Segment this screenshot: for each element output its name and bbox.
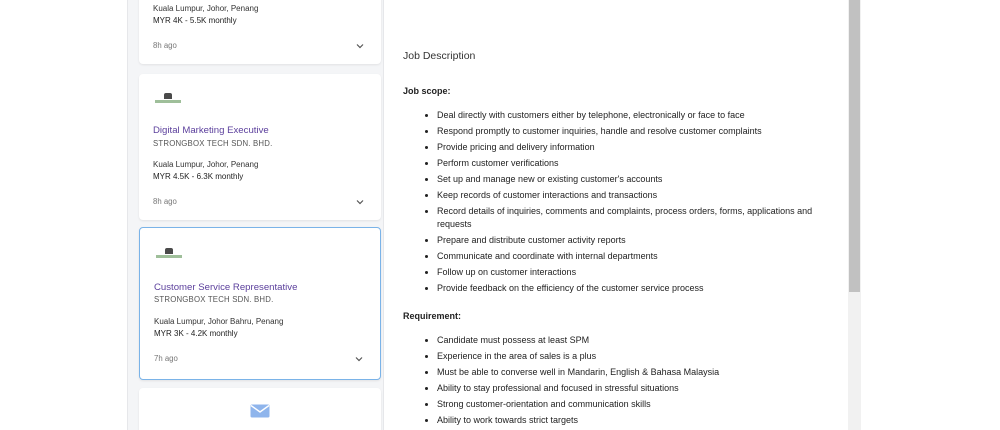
job-detail-panel: Job Description Job scope: Deal directly… [386,0,848,430]
list-item: Ability to work towards strict targets [423,414,823,427]
list-item: Must be able to converse well in Mandari… [423,366,823,379]
job-card-selected[interactable]: Customer Service Representative STRONGBO… [139,227,381,380]
list-item: Communicate and coordinate with internal… [423,250,823,263]
job-card[interactable]: Kuala Lumpur, Johor, Penang MYR 4K - 5.5… [139,0,381,64]
list-item: Record details of inquiries, comments an… [423,205,823,231]
job-description-heading: Job Description [403,50,476,62]
list-item: Perform customer verifications [423,157,823,170]
job-title[interactable]: Digital Marketing Executive [153,125,269,136]
list-item: Set up and manage new or existing custom… [423,173,823,186]
list-item: Prepare and distribute customer activity… [423,234,823,247]
list-item: Ability to stay professional and focused… [423,382,823,395]
posted-time: 8h ago [153,197,177,206]
job-salary: MYR 4K - 5.5K monthly [153,16,237,25]
chevron-down-icon[interactable] [355,197,365,207]
company-name: STRONGBOX TECH SDN. BHD. [154,295,274,304]
posted-time: 8h ago [153,41,177,50]
company-name: STRONGBOX TECH SDN. BHD. [153,139,273,148]
company-logo [153,93,183,107]
job-locations: Kuala Lumpur, Johor, Penang [153,4,259,13]
job-salary: MYR 3K - 4.2K monthly [154,329,238,338]
job-list: Kuala Lumpur, Johor, Penang MYR 4K - 5.5… [127,0,384,430]
requirement-heading: Requirement: [403,311,462,321]
job-title[interactable]: Customer Service Representative [154,282,297,293]
job-card[interactable]: Digital Marketing Executive STRONGBOX TE… [139,74,381,220]
job-locations: Kuala Lumpur, Johor Bahru, Penang [154,317,284,326]
list-item: Respond promptly to customer inquiries, … [423,125,823,138]
mail-icon [250,404,270,418]
posted-time: 7h ago [154,354,178,363]
list-item: Candidate must possess at least SPM [423,334,823,347]
chevron-down-icon[interactable] [355,41,365,51]
job-search-page: Kuala Lumpur, Johor, Penang MYR 4K - 5.5… [0,0,1000,430]
list-item: Follow up on customer interactions [423,266,823,279]
list-item: Deal directly with customers either by t… [423,109,823,122]
company-logo [154,248,184,262]
detail-scrollbar[interactable] [848,0,861,430]
list-item: Strong customer-orientation and communic… [423,398,823,411]
list-item: Experience in the area of sales is a plu… [423,350,823,363]
requirement-list: Candidate must possess at least SPM Expe… [423,334,823,430]
job-salary: MYR 4.5K - 6.3K monthly [153,172,244,181]
chevron-down-icon[interactable] [354,354,364,364]
job-locations: Kuala Lumpur, Johor, Penang [153,160,259,169]
list-item: Provide pricing and delivery information [423,141,823,154]
job-scope-heading: Job scope: [403,86,451,96]
list-item: Provide feedback on the efficiency of th… [423,282,823,295]
job-scope-list: Deal directly with customers either by t… [423,109,823,298]
job-alert-card[interactable] [139,388,381,430]
scrollbar-thumb[interactable] [849,0,860,292]
list-item: Keep records of customer interactions an… [423,189,823,202]
